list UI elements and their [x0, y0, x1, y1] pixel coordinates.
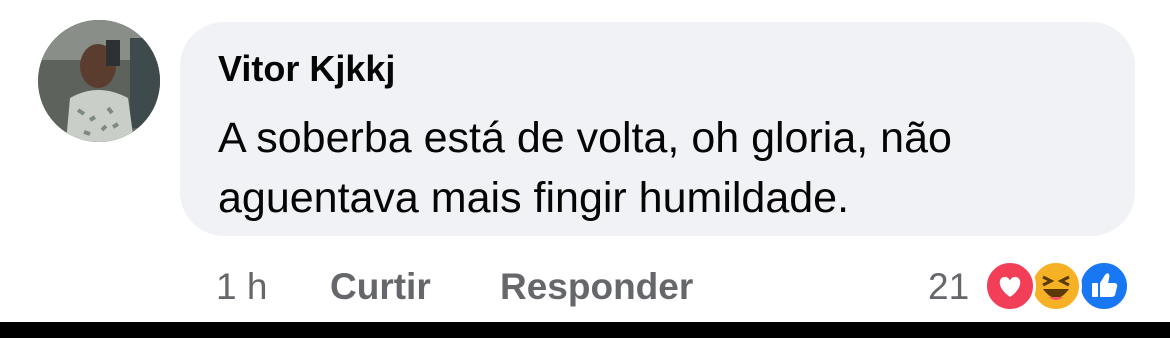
- love-icon: [984, 260, 1036, 312]
- comment-timestamp[interactable]: 1 h: [216, 266, 267, 308]
- reaction-icons[interactable]: [984, 260, 1144, 314]
- reaction-count[interactable]: 21: [928, 266, 969, 308]
- like-button[interactable]: Curtir: [330, 266, 431, 308]
- profile-photo: [38, 20, 160, 142]
- comment-bubble: Vitor Kjkkj A soberba está de volta, oh …: [180, 22, 1135, 236]
- reply-button[interactable]: Responder: [500, 266, 693, 308]
- like-icon: [1078, 260, 1130, 312]
- comment-actions: 1 h Curtir Responder 21: [0, 258, 1170, 314]
- comment-text: A soberba está de volta, oh gloria, não …: [218, 108, 1098, 228]
- avatar[interactable]: [38, 20, 160, 142]
- comment-text-line: A soberba está de volta, oh gloria, não: [218, 114, 952, 162]
- bottom-bar: [0, 322, 1170, 338]
- comment-text-line: aguentava mais fingir humildade.: [218, 174, 850, 222]
- haha-icon: [1030, 260, 1082, 312]
- comment-author[interactable]: Vitor Kjkkj: [218, 48, 395, 90]
